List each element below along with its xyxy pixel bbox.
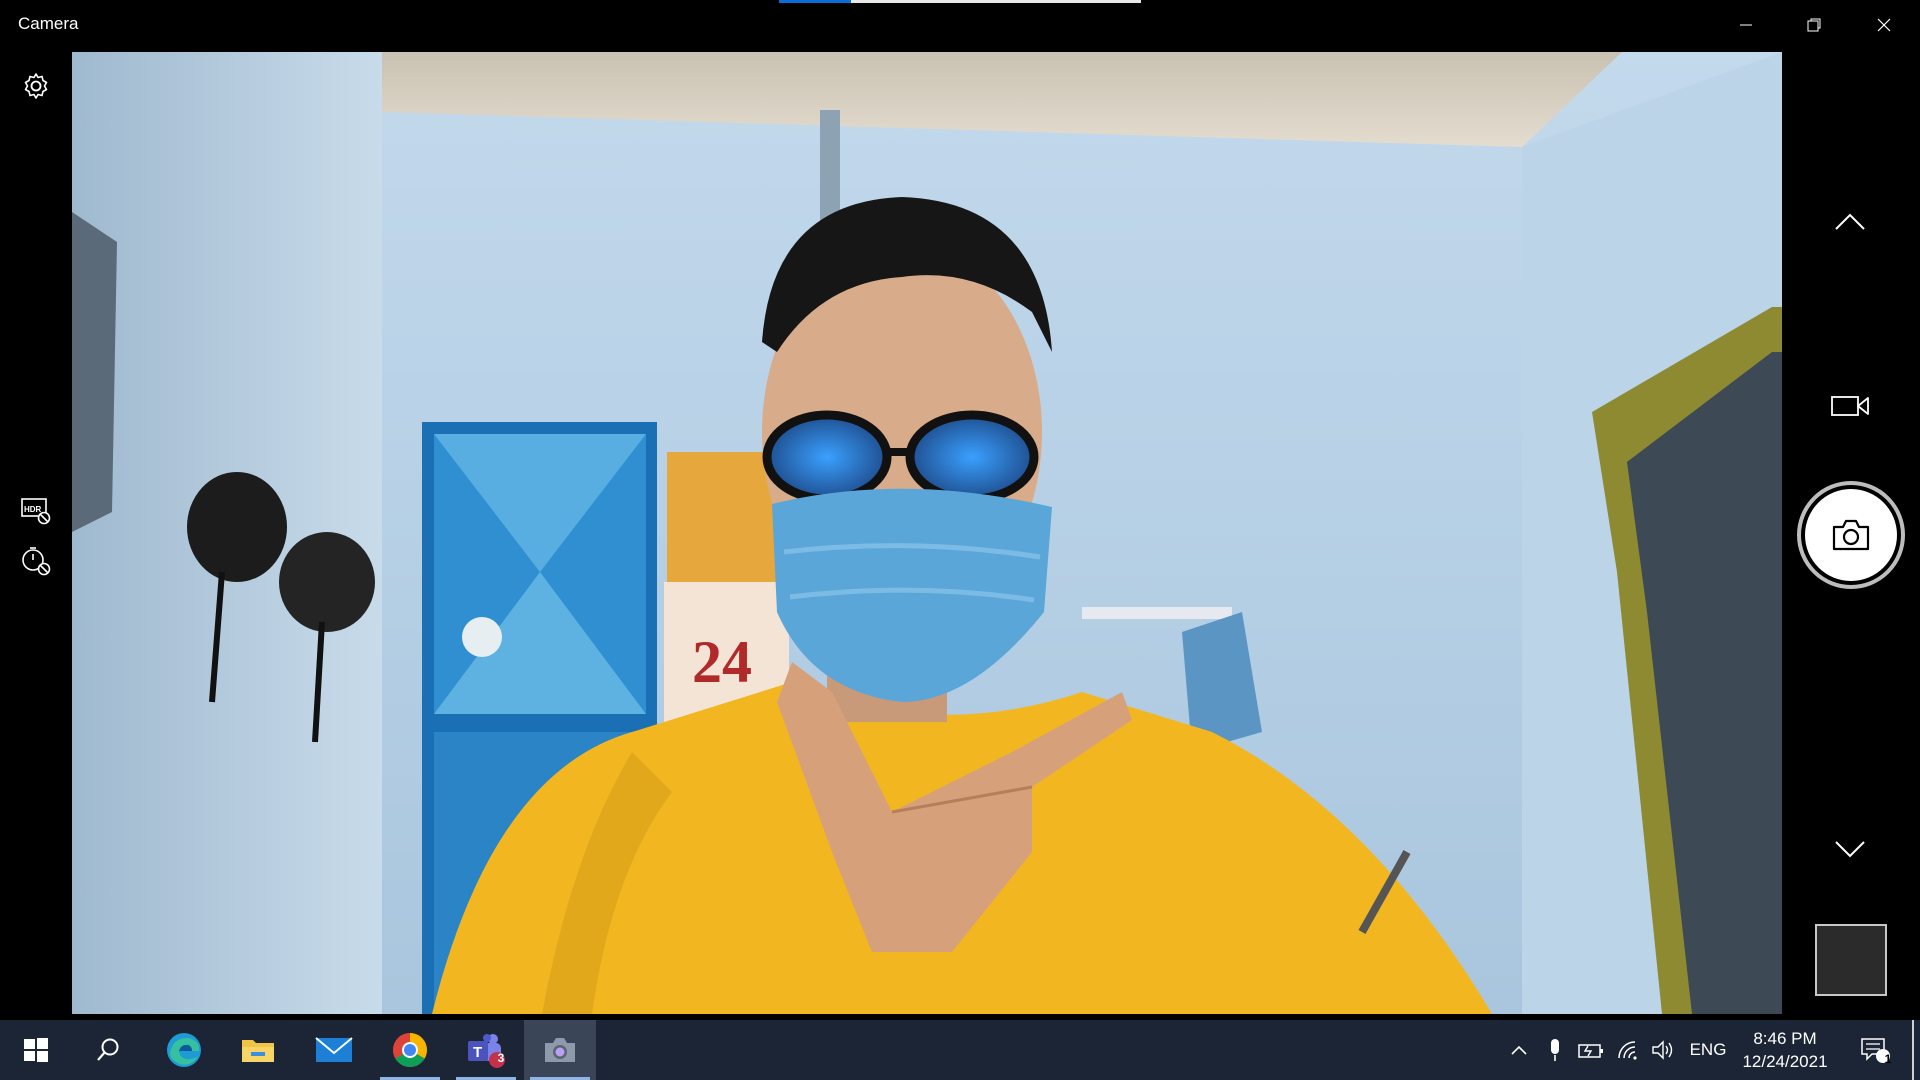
restore-button[interactable]: [1780, 0, 1848, 50]
loading-progress-bar: [779, 0, 1141, 3]
chrome-icon: [393, 1033, 427, 1067]
speaker-icon: [1652, 1040, 1673, 1060]
clock[interactable]: 8:46 PM 12/24/2021: [1730, 1027, 1840, 1073]
restore-icon: [1807, 18, 1821, 32]
chevron-up-icon: [1835, 213, 1865, 230]
microphone-tray[interactable]: [1540, 1020, 1570, 1080]
window-title: Camera: [18, 14, 79, 33]
search-icon: [97, 1038, 119, 1061]
clock-time: 8:46 PM: [1753, 1029, 1817, 1048]
teams-badge: 3: [497, 1051, 505, 1065]
hdr-button[interactable]: HDR: [18, 492, 54, 528]
battery-tray[interactable]: [1576, 1020, 1606, 1080]
taskbar-teams[interactable]: T 3: [450, 1020, 522, 1080]
camera-feed-image: 24: [72, 52, 1782, 1014]
settings-button[interactable]: [18, 68, 54, 104]
chevron-up-icon: [1511, 1045, 1527, 1055]
scroll-down-button[interactable]: [1830, 834, 1870, 864]
show-hidden-icons-button[interactable]: [1504, 1020, 1534, 1080]
loading-progress-fill: [779, 0, 852, 3]
volume-tray[interactable]: [1648, 1020, 1678, 1080]
camera-preview: 24: [72, 52, 1782, 1014]
taskbar: T 3 ENG 8:46 PM 12/24/2021 1: [0, 1020, 1920, 1080]
video-mode-button[interactable]: [1826, 388, 1874, 424]
camera-shutter-icon: [1832, 519, 1870, 551]
hdr-off-icon: HDR: [21, 498, 51, 525]
svg-text:24: 24: [692, 629, 752, 695]
folder-icon: [242, 1040, 274, 1062]
svg-text:HDR: HDR: [24, 505, 42, 514]
search-button[interactable]: [72, 1020, 144, 1080]
edge-icon: [167, 1033, 201, 1067]
mail-icon: [315, 1037, 353, 1062]
taskbar-camera[interactable]: [524, 1020, 596, 1080]
left-toolbar: HDR: [0, 50, 72, 1020]
gear-icon: [24, 73, 48, 99]
chevron-down-icon: [1835, 841, 1865, 858]
scroll-up-button[interactable]: [1830, 202, 1870, 242]
timer-off-icon: [22, 547, 51, 576]
start-button[interactable]: [0, 1020, 72, 1080]
input-language[interactable]: ENG: [1686, 1020, 1730, 1080]
taskbar-edge[interactable]: [148, 1020, 220, 1080]
timer-button[interactable]: [18, 542, 54, 578]
notification-count: 1: [1884, 1052, 1892, 1066]
language-label: ENG: [1689, 1040, 1727, 1059]
windows-start-icon: [24, 1038, 48, 1062]
close-icon: [1877, 18, 1891, 32]
wifi-icon: [1618, 1041, 1637, 1060]
minimize-button[interactable]: [1712, 0, 1780, 50]
video-mode-icon: [1831, 396, 1869, 416]
svg-text:T: T: [473, 1044, 482, 1061]
network-tray[interactable]: [1614, 1020, 1644, 1080]
last-photo-thumbnail[interactable]: [1815, 924, 1887, 996]
take-photo-button[interactable]: [1797, 481, 1905, 589]
shutter-inner: [1805, 489, 1897, 581]
microphone-icon: [1551, 1039, 1559, 1061]
taskbar-file-explorer[interactable]: [222, 1020, 294, 1080]
action-center-button[interactable]: 1: [1850, 1020, 1900, 1080]
camera-app-icon: [545, 1038, 575, 1062]
minimize-icon: [1740, 24, 1752, 26]
close-button[interactable]: [1850, 0, 1918, 50]
clock-date: 12/24/2021: [1742, 1052, 1828, 1071]
battery-charging-icon: [1578, 1044, 1603, 1058]
title-bar: Camera: [0, 0, 1920, 50]
camera-window: Camera HDR 24: [0, 0, 1920, 1020]
show-desktop-button[interactable]: [1912, 1020, 1914, 1080]
taskbar-chrome[interactable]: [374, 1020, 446, 1080]
taskbar-mail[interactable]: [298, 1020, 370, 1080]
